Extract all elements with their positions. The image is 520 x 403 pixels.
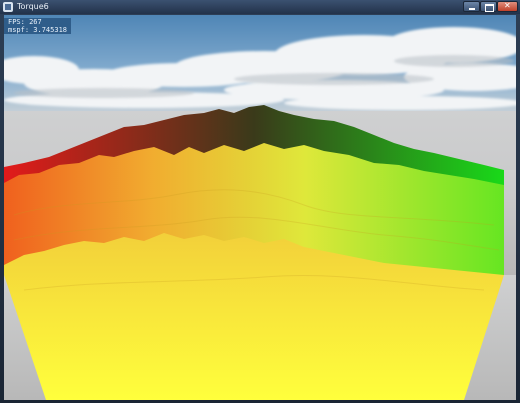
game-viewport[interactable]	[4, 15, 516, 400]
app-window: Torque6 ✕ FPS: 267 mspf: 3.745318	[0, 0, 520, 403]
app-icon[interactable]	[3, 2, 13, 12]
terrain-scene	[4, 15, 516, 400]
fps-readout: FPS: 267	[6, 18, 44, 26]
window-title: Torque6	[17, 2, 49, 11]
maximize-button[interactable]	[480, 1, 497, 12]
mspf-readout: mspf: 3.745318	[6, 26, 70, 34]
debug-hud: FPS: 267 mspf: 3.745318	[4, 18, 72, 34]
minimize-button[interactable]	[463, 1, 480, 12]
close-button[interactable]	[497, 1, 518, 12]
title-bar[interactable]: Torque6	[0, 0, 520, 14]
